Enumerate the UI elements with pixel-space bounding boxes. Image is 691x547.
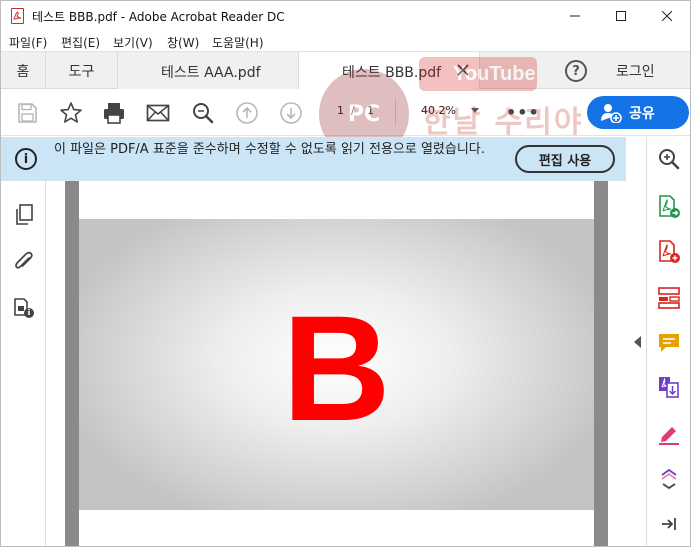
search-icon[interactable] [189,99,217,127]
document-tab-label: 테스트 AAA.pdf [161,65,261,81]
enable-editing-button[interactable]: 편집 사용 [515,145,615,173]
close-tab-icon[interactable] [457,64,469,76]
info-icon: i [15,148,37,170]
page-total: 1 [367,104,374,117]
document-tab[interactable]: 테스트 AAA.pdf [118,52,299,89]
login-button[interactable]: 로그인 [616,61,655,81]
save-icon[interactable] [13,99,41,127]
minimize-button[interactable] [552,1,598,31]
next-page-icon[interactable] [277,99,305,127]
page-letter: B [282,283,391,452]
comment-icon[interactable] [656,330,682,356]
zoom-select[interactable]: 40.2% [415,102,485,122]
fill-sign-icon[interactable] [656,421,682,447]
email-icon[interactable] [144,99,172,127]
tab-bar: 홈 도구 테스트 AAA.pdf 테스트 BBB.pdf ? 로그인 [1,51,690,90]
print-icon[interactable] [100,99,128,127]
window-title: 테스트 BBB.pdf - Adobe Acrobat Reader DC [32,10,285,24]
more-tools-button[interactable]: ••• [506,103,539,123]
bookmark-star-icon[interactable] [57,99,85,127]
document-tab-label: 테스트 BBB.pdf [342,65,442,81]
menu-view[interactable]: 보기(V) [113,34,153,51]
more-tools-expand-icon[interactable] [656,466,682,492]
document-properties-icon[interactable] [11,295,37,321]
page-margin-right [594,181,608,546]
page-number-input[interactable]: 1 [322,104,344,122]
collapse-right-panel-icon[interactable] [633,336,643,348]
pdfa-notice-bar: i 이 파일은 PDF/A 표준을 준수하며 수정할 수 없도록 읽기 전용으로… [1,137,626,181]
menu-window[interactable]: 창(W) [167,34,199,51]
document-view[interactable]: B [47,181,626,546]
combine-files-icon[interactable] [656,375,682,401]
create-pdf-icon[interactable] [656,239,682,265]
collapse-tools-icon[interactable] [656,511,682,537]
toolbar: 1 / 1 40.2% ••• 공유 [1,89,690,136]
maximize-icon [616,11,626,21]
menu-help[interactable]: 도움말(H) [212,34,264,51]
close-icon [662,11,672,21]
acrobat-app-icon [11,8,24,24]
menu-file[interactable]: 파일(F) [9,34,47,51]
title-bar: 테스트 BBB.pdf - Adobe Acrobat Reader DC [1,1,690,31]
zoom-value: 40.2% [421,104,456,117]
export-pdf-icon[interactable] [656,194,682,220]
acrobat-window: 테스트 BBB.pdf - Adobe Acrobat Reader DC 파일… [0,0,691,547]
previous-page-icon[interactable] [233,99,261,127]
document-tab-active[interactable]: 테스트 BBB.pdf [299,52,480,90]
zoom-in-icon[interactable] [656,146,682,172]
attachments-icon[interactable] [11,248,37,274]
menu-edit[interactable]: 편집(E) [61,34,100,51]
close-window-button[interactable] [644,1,690,31]
chevron-down-icon [471,108,479,113]
toolbar-divider [395,99,396,125]
share-button[interactable]: 공유 [587,96,689,129]
tab-home[interactable]: 홈 [1,52,46,89]
share-label: 공유 [629,106,655,122]
tab-tools[interactable]: 도구 [46,52,118,89]
add-person-icon [601,104,622,123]
page-thumbnails-icon[interactable] [11,202,37,228]
notice-message: 이 파일은 PDF/A 표준을 준수하며 수정할 수 없도록 읽기 전용으로 열… [54,142,485,157]
right-tools-panel [646,137,690,546]
left-navigation-panel [1,181,46,546]
help-icon[interactable]: ? [565,60,587,82]
organize-pages-icon[interactable] [656,285,682,311]
page-separator: / [351,104,355,117]
minimize-icon [570,15,580,17]
menu-bar: 파일(F) 편집(E) 보기(V) 창(W) 도움말(H) [1,31,690,51]
page-image: B [79,219,594,510]
maximize-button[interactable] [598,1,644,31]
page-margin-left [65,181,79,546]
